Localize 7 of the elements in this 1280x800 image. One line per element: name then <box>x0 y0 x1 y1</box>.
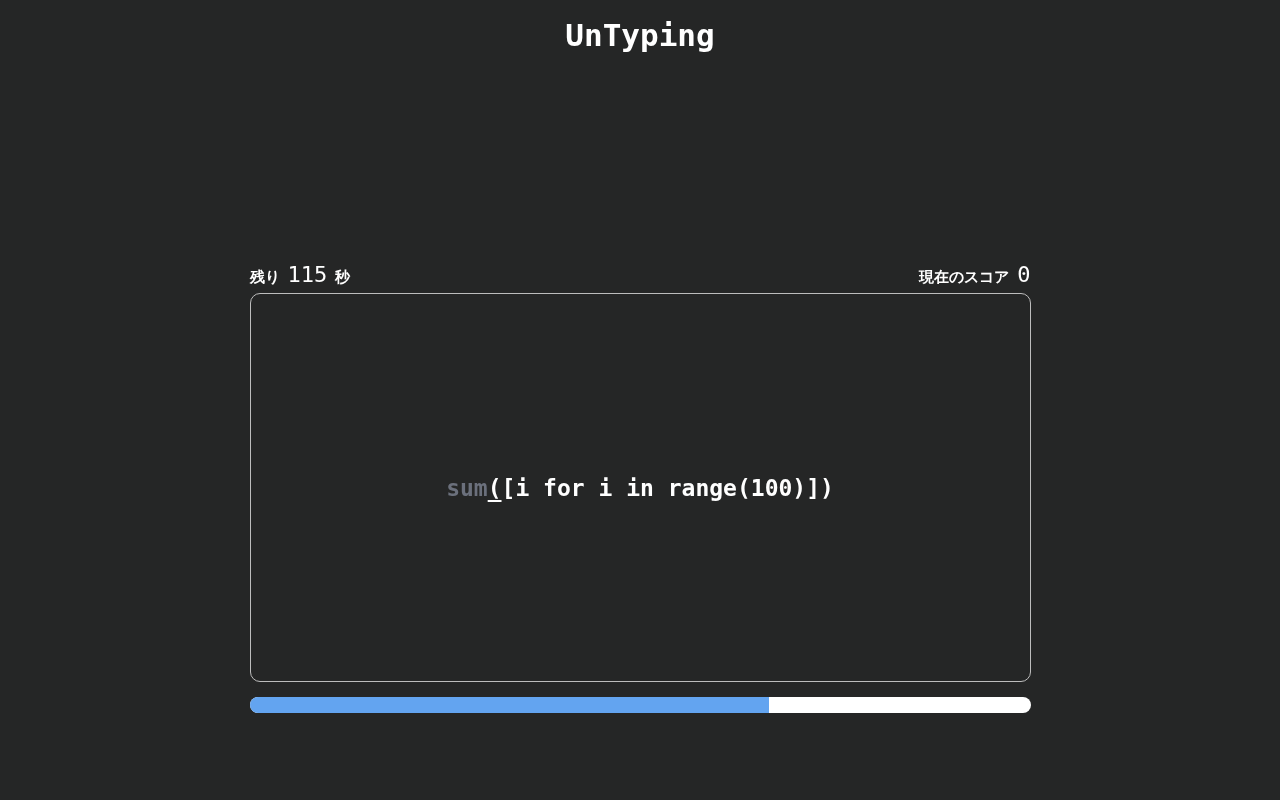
score-label: 現在のスコア <box>919 268 1010 287</box>
timer-unit: 秒 <box>335 268 351 287</box>
code-prompt: sum([i for i in range(100)]) <box>446 474 834 501</box>
score-value: 0 <box>1017 262 1031 287</box>
app-title: UnTyping <box>565 16 715 55</box>
timer-value: 115 <box>287 262 328 287</box>
timer-label: 残り <box>249 268 280 287</box>
